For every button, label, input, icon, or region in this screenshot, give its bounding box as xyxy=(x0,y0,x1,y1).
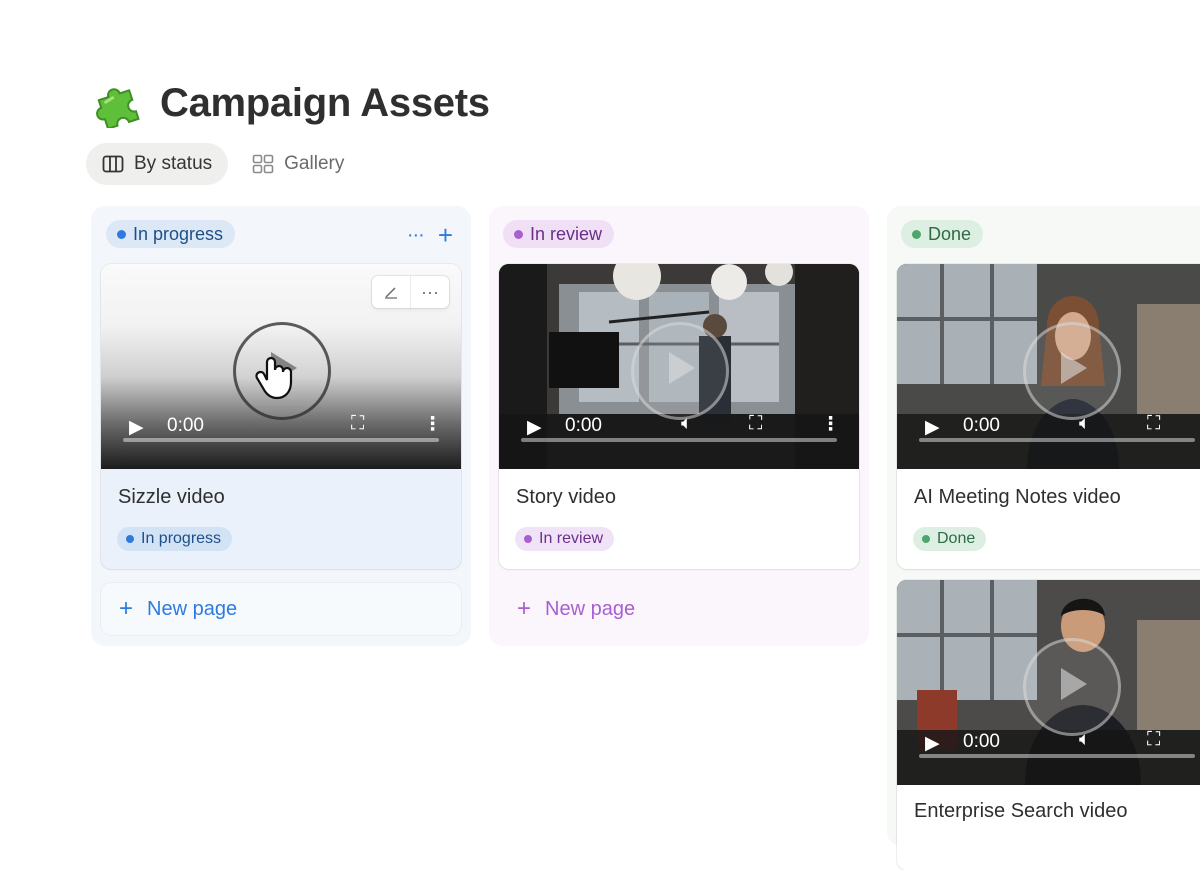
add-icon[interactable]: + xyxy=(438,220,453,251)
status-dot xyxy=(922,535,930,543)
status-dot xyxy=(514,229,523,239)
video-progress-bar[interactable] xyxy=(123,438,439,442)
column-status-label: In review xyxy=(530,223,603,244)
card-status-badge: Done xyxy=(913,527,987,551)
card-status-label: In progress xyxy=(141,530,222,547)
page-title: Campaign Assets xyxy=(160,81,490,125)
new-page-label: New page xyxy=(545,597,636,620)
view-tabs: By status Gallery xyxy=(86,143,360,185)
tab-by-status[interactable]: By status xyxy=(86,143,229,185)
card-status-label: Done xyxy=(937,530,976,547)
board-card[interactable]: ▶ 0:00 🔈︎ ⛶ AI Meeting Notes video Done xyxy=(897,264,1200,569)
play-icon[interactable]: ▶ xyxy=(925,416,940,439)
video-progress-bar[interactable] xyxy=(919,438,1195,442)
fullscreen-icon[interactable]: ⛶ xyxy=(749,413,762,435)
new-page-button[interactable]: + New page xyxy=(101,583,461,635)
video-progress-bar[interactable] xyxy=(521,438,837,442)
status-dot xyxy=(912,229,921,239)
card-status-label: In review xyxy=(539,530,604,547)
video-controls: ▶ 0:00 🔈︎ ⛶ xyxy=(897,379,1200,469)
video-player[interactable]: ··· ▶ 0:00 ⛶ ⋮ xyxy=(101,264,461,469)
play-icon[interactable]: ▶ xyxy=(527,416,542,439)
puzzle-piece-icon xyxy=(92,74,146,133)
volume-icon[interactable]: 🔈︎ xyxy=(681,413,692,435)
volume-icon[interactable]: 🔈︎ xyxy=(1079,729,1090,751)
card-status-badge: In progress xyxy=(117,527,233,551)
fullscreen-icon[interactable]: ⛶ xyxy=(1147,729,1160,751)
card-title: AI Meeting Notes video xyxy=(914,486,1121,508)
board-card[interactable]: ▶ 0:00 🔈︎ ⛶ ⋮ Story video In review xyxy=(499,264,859,569)
tab-gallery[interactable]: Gallery xyxy=(236,143,360,185)
card-status-badge: In review xyxy=(515,527,615,551)
more-icon[interactable]: ··· xyxy=(410,276,449,308)
card-title: Story video xyxy=(516,486,617,508)
more-icon[interactable]: ··· xyxy=(407,224,425,247)
video-controls: ▶ 0:00 🔈︎ ⛶ ⋮ xyxy=(499,379,859,469)
edit-icon[interactable] xyxy=(372,276,410,308)
video-progress-bar[interactable] xyxy=(919,754,1195,758)
play-icon[interactable]: ▶ xyxy=(129,416,144,439)
card-title: Enterprise Search video xyxy=(914,800,1128,822)
plus-icon: + xyxy=(119,595,134,622)
video-player[interactable]: ▶ 0:00 🔈︎ ⛶ ⋮ xyxy=(499,264,859,469)
column-status-pill[interactable]: In review xyxy=(503,220,615,248)
video-time: 0:00 xyxy=(565,415,602,436)
card-hover-tools: ··· xyxy=(372,276,449,308)
plus-icon: + xyxy=(517,595,532,622)
board-card[interactable]: ··· ▶ 0:00 ⛶ ⋮ Sizzle video In progress xyxy=(101,264,461,569)
new-page-button[interactable]: + New page xyxy=(499,583,859,635)
column-status-label: In progress xyxy=(133,223,224,244)
tab-label: By status xyxy=(134,153,213,174)
volume-icon[interactable]: 🔈︎ xyxy=(1079,413,1090,435)
video-controls: ▶ 0:00 🔈︎ ⛶ xyxy=(897,695,1200,785)
video-time: 0:00 xyxy=(167,415,204,436)
fullscreen-icon[interactable]: ⛶ xyxy=(1147,413,1160,435)
status-dot xyxy=(117,229,126,239)
play-icon[interactable]: ▶ xyxy=(925,732,940,755)
board-column-done: Done ▶ 0:00 🔈︎ ⛶ AI Meeting Notes video … xyxy=(887,206,1200,870)
column-status-pill[interactable]: In progress xyxy=(106,220,236,248)
tab-label: Gallery xyxy=(284,153,345,174)
board-column-in-review: In review ▶ 0:00 🔈︎ ⛶ ⋮ Story video In r… xyxy=(489,206,869,646)
video-menu-icon[interactable]: ⋮ xyxy=(423,413,442,436)
board-column-in-progress: In progress ··· + ··· ▶ 0:00 ⛶ ⋮ Sizzle … xyxy=(91,206,471,646)
video-menu-icon[interactable]: ⋮ xyxy=(821,413,840,436)
video-player[interactable]: ▶ 0:00 🔈︎ ⛶ xyxy=(897,580,1200,785)
column-status-label: Done xyxy=(928,223,972,244)
page-header: Campaign Assets xyxy=(92,74,490,133)
video-time: 0:00 xyxy=(963,731,1000,752)
status-dot xyxy=(126,535,134,543)
video-controls: ▶ 0:00 ⛶ ⋮ xyxy=(101,379,461,469)
board-card[interactable]: ▶ 0:00 🔈︎ ⛶ Enterprise Search video xyxy=(897,580,1200,870)
status-dot xyxy=(524,535,532,543)
video-player[interactable]: ▶ 0:00 🔈︎ ⛶ xyxy=(897,264,1200,469)
gallery-grid-icon xyxy=(252,154,274,174)
column-status-pill[interactable]: Done xyxy=(901,220,984,248)
board-columns-icon xyxy=(102,155,124,173)
video-time: 0:00 xyxy=(963,415,1000,436)
new-page-label: New page xyxy=(147,597,238,620)
card-title: Sizzle video xyxy=(118,486,225,508)
fullscreen-icon[interactable]: ⛶ xyxy=(351,413,364,435)
column-actions: ··· + xyxy=(407,220,453,251)
